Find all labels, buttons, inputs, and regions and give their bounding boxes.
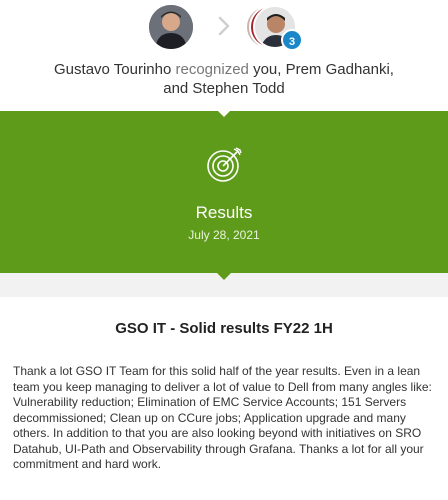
target-icon [207, 147, 242, 182]
message-body: Thank a lot GSO IT Team for this solid h… [13, 364, 432, 471]
banner-notch [217, 110, 231, 117]
sender-name[interactable]: Gustavo Tourinho [54, 61, 171, 78]
award-banner [0, 111, 448, 273]
recognition-verb: recognized [175, 61, 249, 78]
recognition-header: 3 Gustavo Tourinho recognized you, Prem … [0, 0, 448, 110]
award-date: July 28, 2021 [188, 228, 260, 242]
chevron-right-icon [218, 16, 230, 36]
person-icon [149, 5, 193, 49]
recipients-text[interactable]: you, Prem Gadhanki, [253, 61, 394, 78]
recipients-text-continued[interactable]: and Stephen Todd [163, 80, 285, 97]
award-title: Results [195, 203, 253, 222]
recognition-text-line-1: Gustavo Tourinho recognized you, Prem Ga… [0, 61, 448, 78]
recognition-text-line-2: and Stephen Todd [0, 80, 448, 97]
divider-notch [217, 273, 231, 280]
sender-avatar[interactable] [149, 5, 193, 49]
recipient-avatars[interactable]: 3 [245, 4, 305, 54]
message-title: GSO IT - Solid results FY22 1H [115, 320, 333, 337]
recipient-count-badge: 3 [281, 29, 303, 51]
